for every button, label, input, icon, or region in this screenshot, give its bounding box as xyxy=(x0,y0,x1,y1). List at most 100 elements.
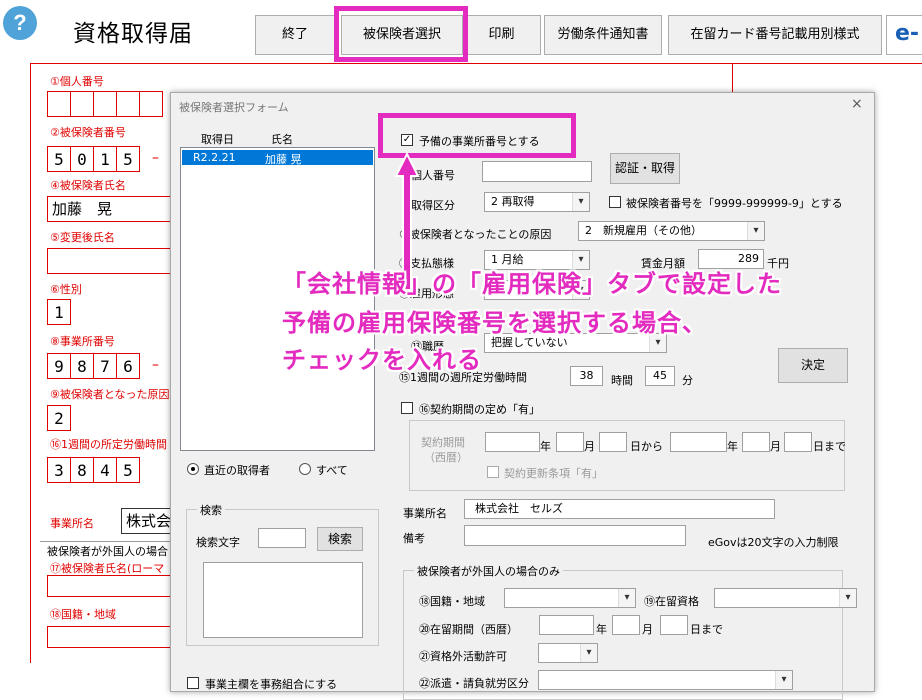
list-item[interactable]: R2.2.21 加藤 晃 xyxy=(182,150,373,166)
form-border xyxy=(732,63,733,93)
list-item-name: 加藤 晃 xyxy=(265,153,302,166)
residence-month-input[interactable] xyxy=(612,615,640,635)
contract-period-group: 契約期間 （西暦） 年 月 日から 年 月 日まで 契約更新条項「有」 xyxy=(409,420,846,491)
dash: – xyxy=(152,150,159,166)
gender-field[interactable]: 1 xyxy=(47,299,71,325)
labor-conditions-button[interactable]: 労働条件通知書 xyxy=(544,15,662,55)
search-results[interactable] xyxy=(203,562,363,638)
close-icon[interactable]: × xyxy=(851,96,863,112)
cause-select[interactable]: 2 新規雇用（その他） xyxy=(578,221,765,241)
minutes-input[interactable]: 45 xyxy=(645,366,675,386)
residence-year-input[interactable] xyxy=(539,615,594,635)
office-name-label: 事業所名 xyxy=(403,507,447,520)
nationality-label: ⑱国籍・地域 xyxy=(419,595,485,608)
search-group-title: 検索 xyxy=(197,502,225,518)
insured-list[interactable]: R2.2.21 加藤 晃 xyxy=(180,147,375,451)
end-month-input[interactable] xyxy=(742,432,770,452)
search-button[interactable]: 検索 xyxy=(317,527,363,551)
extra-activity-label: ㉑資格外活動許可 xyxy=(419,650,507,663)
remarks-input[interactable] xyxy=(464,525,686,546)
office-name-input[interactable]: 株式会社 セルズ xyxy=(464,499,775,519)
annotation-line-1: 「会社情報」の「雇用保険」タブで設定した xyxy=(282,270,782,298)
contract-period-label: 契約期間 xyxy=(421,436,465,449)
weekly-hours-cells[interactable]: 3845 xyxy=(47,457,140,483)
residence-status-select[interactable] xyxy=(714,588,857,608)
office-name-label: 事業所名 xyxy=(50,517,94,530)
list-header-date: 取得日 xyxy=(201,133,234,146)
individual-number-label: ①個人番号 xyxy=(50,75,104,88)
insured-number-check-label: 被保険者番号を「9999-999999-9」とする xyxy=(626,197,843,210)
insured-number-checkbox[interactable] xyxy=(609,196,621,208)
list-header-name: 氏名 xyxy=(271,133,293,146)
month-unit: 月 xyxy=(584,440,595,453)
divider xyxy=(40,541,175,542)
individual-number-input[interactable] xyxy=(482,161,592,182)
residence-day-input[interactable] xyxy=(660,615,688,635)
minutes-unit: 分 xyxy=(682,374,693,387)
office-association-checkbox[interactable] xyxy=(187,677,199,689)
contract-label: ⑯契約期間の定め「有」 xyxy=(419,403,540,416)
month-unit: 月 xyxy=(642,623,653,636)
residence-period-label: ⑳在留期間（西暦） xyxy=(419,623,518,636)
nationality-field[interactable] xyxy=(47,626,172,648)
individual-number-cells[interactable] xyxy=(47,91,163,117)
dash: – xyxy=(152,357,159,373)
egov-button[interactable]: e-G xyxy=(886,15,922,55)
year-unit: 年 xyxy=(727,440,738,453)
form-border xyxy=(30,63,922,64)
page-title: 資格取得届 xyxy=(73,21,193,47)
select-insured-button[interactable]: 被保険者選択 xyxy=(341,15,463,55)
radio-recent[interactable] xyxy=(187,463,199,475)
hours-input[interactable]: 38 xyxy=(570,366,603,386)
year-unit: 年 xyxy=(596,623,607,636)
extra-activity-select[interactable] xyxy=(538,643,598,663)
end-year-input[interactable] xyxy=(670,432,727,452)
radio-all[interactable] xyxy=(299,463,311,475)
year-unit: 年 xyxy=(540,440,551,453)
start-day-input[interactable] xyxy=(599,432,627,452)
acquisition-type-select[interactable]: 2 再取得 xyxy=(484,192,590,212)
weekly-hours-label: ⑯1週間の所定労働時間 xyxy=(50,438,167,451)
auth-button[interactable]: 認証・取得 xyxy=(610,153,680,184)
cause-label: ⑨被保険者となった原因 xyxy=(50,388,170,401)
dispatch-select[interactable] xyxy=(538,670,793,690)
office-name-field[interactable]: 株式会 xyxy=(121,508,173,534)
search-input[interactable] xyxy=(258,528,306,548)
foreign-caption: 被保険者が外国人の場合 xyxy=(47,545,168,558)
insured-number-cells[interactable]: 5015 xyxy=(47,146,140,172)
dispatch-label: ㉒派遣・請負就労区分 xyxy=(419,677,529,690)
start-month-input[interactable] xyxy=(556,432,584,452)
nationality-label: ⑱国籍・地域 xyxy=(50,608,116,621)
residence-card-form-button[interactable]: 在留カード番号記載用別様式 xyxy=(668,15,882,55)
end-day-input[interactable] xyxy=(784,432,812,452)
annotation-line-3: チェックを入れる xyxy=(282,346,482,374)
exit-button[interactable]: 終了 xyxy=(255,15,335,55)
nationality-select[interactable] xyxy=(504,588,636,608)
spare-office-checkbox[interactable]: ✓ xyxy=(401,134,413,146)
hours-unit: 時間 xyxy=(611,374,633,387)
foreign-name-field[interactable] xyxy=(47,575,172,597)
office-number-cells[interactable]: 9876 xyxy=(47,353,140,379)
annotation-line-2: 予備の雇用保険番号を選択する場合、 xyxy=(282,309,707,337)
changed-name-label: ⑤変更後氏名 xyxy=(50,231,115,244)
gender-label: ⑥性別 xyxy=(50,283,82,296)
from-unit: 日から xyxy=(630,440,663,453)
residence-status-label: ⑲在留資格 xyxy=(644,595,699,608)
until-unit: 日まで xyxy=(813,440,846,453)
changed-name-field[interactable] xyxy=(47,248,172,274)
renewal-label: 契約更新条項「有」 xyxy=(504,467,603,480)
month-unit: 月 xyxy=(770,440,781,453)
egov-limit-note: eGovは20文字の入力制限 xyxy=(708,536,839,549)
insured-name-field[interactable]: 加藤 晃 xyxy=(47,196,172,222)
remarks-label: 備考 xyxy=(403,532,425,545)
renewal-checkbox[interactable] xyxy=(487,466,499,478)
until-unit: 日まで xyxy=(690,623,723,636)
contract-checkbox[interactable] xyxy=(401,402,413,414)
list-item-date: R2.2.21 xyxy=(193,151,236,164)
print-button[interactable]: 印刷 xyxy=(462,15,541,55)
start-year-input[interactable] xyxy=(485,432,540,452)
cause-field[interactable]: 2 xyxy=(47,405,71,431)
help-icon[interactable]: ? xyxy=(3,6,37,40)
decide-button[interactable]: 決定 xyxy=(778,348,848,383)
office-association-label: 事業主欄を事務組合にする xyxy=(205,678,338,691)
